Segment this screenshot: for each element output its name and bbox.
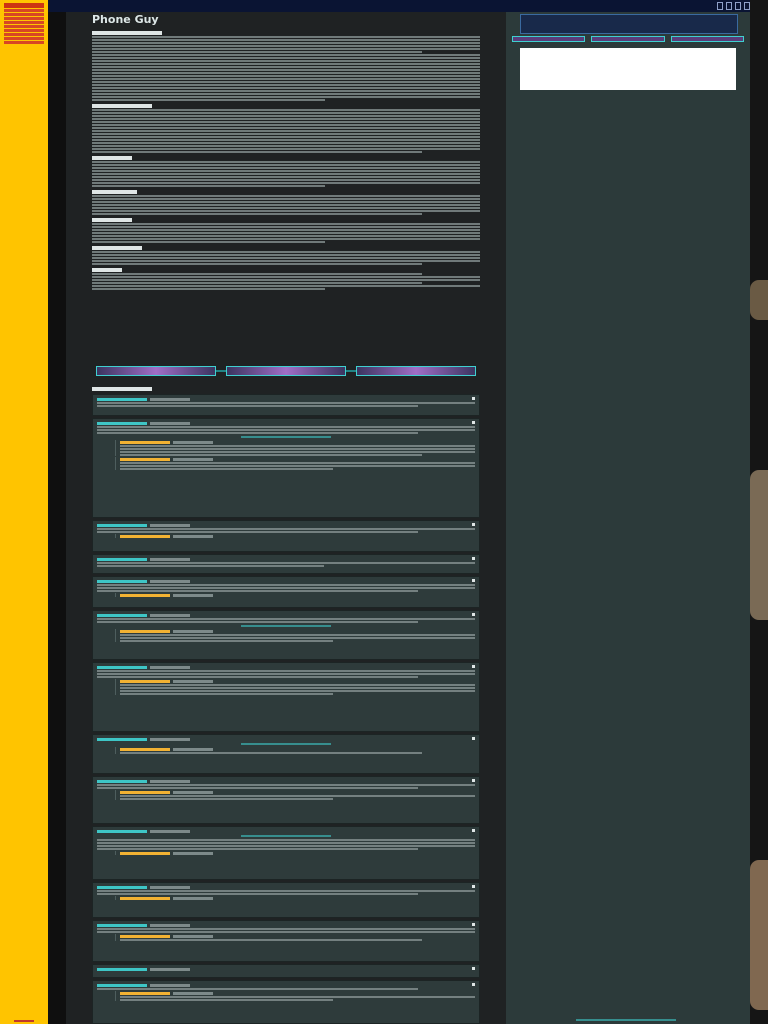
gallery-image-3[interactable]: [356, 366, 476, 376]
more-icon[interactable]: [472, 421, 475, 424]
left-nav-list[interactable]: [4, 2, 44, 45]
left-nav-footer: [14, 1020, 34, 1022]
article-paragraph: [92, 195, 480, 215]
more-icon[interactable]: [472, 665, 475, 668]
top-button-1[interactable]: [717, 2, 723, 10]
more-icon[interactable]: [472, 983, 475, 986]
comment: [92, 920, 480, 962]
trivia-list: [92, 273, 480, 290]
gallery-image-2[interactable]: [226, 366, 346, 376]
comment: [92, 394, 480, 416]
more-icon[interactable]: [472, 557, 475, 560]
top-button-3[interactable]: [735, 2, 741, 10]
more-icon[interactable]: [472, 737, 475, 740]
more-icon[interactable]: [472, 523, 475, 526]
more-icon[interactable]: [472, 613, 475, 616]
comment: [92, 576, 480, 608]
comment: [92, 418, 480, 518]
comments-heading: [92, 387, 152, 391]
top-button-2[interactable]: [726, 2, 732, 10]
page-title: Phone Guy: [92, 13, 159, 26]
featured-thumbnails: [512, 36, 744, 42]
more-icon[interactable]: [472, 829, 475, 832]
comment: [92, 980, 480, 1024]
promo-banner[interactable]: [520, 14, 738, 34]
comment: [92, 882, 480, 918]
article-paragraph: [92, 223, 480, 243]
sidebar-footer-links[interactable]: [576, 1019, 676, 1021]
top-nav-actions: [717, 2, 750, 10]
article-paragraph: [92, 251, 480, 265]
comment: [92, 826, 480, 880]
more-icon[interactable]: [472, 579, 475, 582]
comment: [92, 520, 480, 552]
more-icon[interactable]: [472, 779, 475, 782]
more-icon[interactable]: [472, 923, 475, 926]
article-panel: Phone Guy: [66, 12, 506, 1024]
article-paragraph: [92, 36, 480, 101]
article-body: [92, 28, 480, 291]
comment: [92, 610, 480, 660]
background-strip: [750, 0, 768, 1024]
comment: [92, 554, 480, 574]
comment: [92, 776, 480, 824]
comment: [92, 964, 480, 978]
featured-thumb-2[interactable]: [591, 36, 665, 42]
featured-thumb-1[interactable]: [512, 36, 586, 42]
comment: [92, 734, 480, 774]
comments-section: [92, 394, 480, 1024]
ad-slot[interactable]: [520, 48, 736, 90]
more-icon[interactable]: [472, 885, 475, 888]
left-gutter: [48, 12, 66, 1024]
image-gallery: [96, 366, 476, 376]
featured-thumb-3[interactable]: [670, 36, 744, 42]
more-icon[interactable]: [472, 397, 475, 400]
right-sidebar: [506, 12, 750, 1024]
more-icon[interactable]: [472, 967, 475, 970]
article-paragraph: [92, 161, 480, 187]
left-nav-bar: [0, 0, 48, 1024]
gallery-image-1[interactable]: [96, 366, 216, 376]
comment: [92, 662, 480, 732]
top-navigation-bar: [48, 0, 768, 12]
article-paragraph: [92, 109, 480, 153]
